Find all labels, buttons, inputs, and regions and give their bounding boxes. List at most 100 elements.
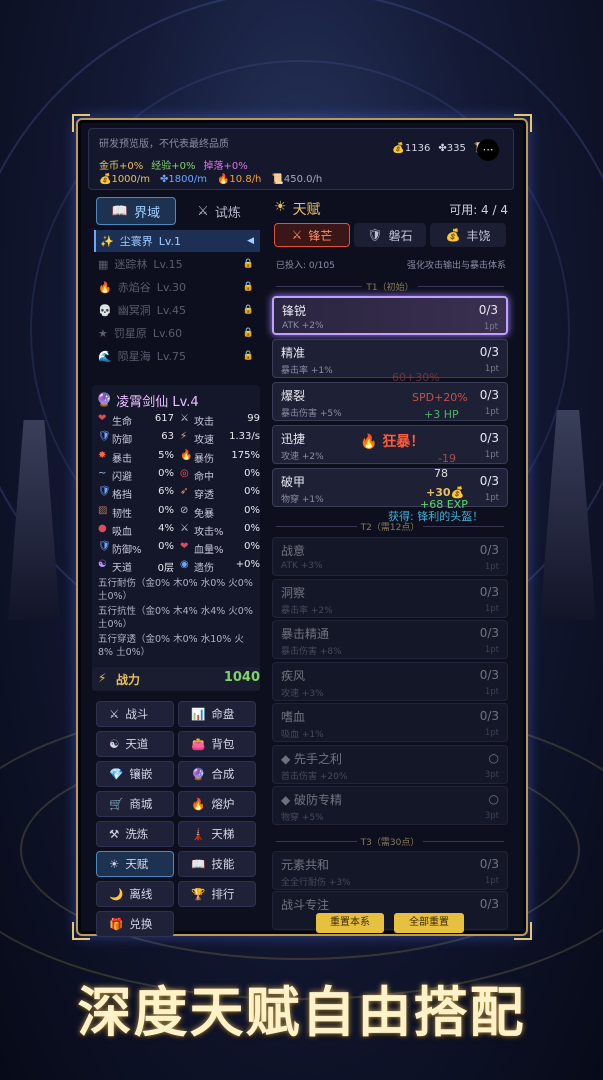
- taiji-icon: ☯: [109, 737, 120, 751]
- talent-card[interactable]: 迅捷 攻速 +2% 0/3 1pt: [272, 425, 508, 464]
- rate-0: 💰1000/m: [99, 174, 151, 185]
- talent-cost: 1pt: [484, 364, 499, 374]
- realm-item[interactable]: ★ 罚星原 Lv.60 🔒: [94, 322, 260, 344]
- book-icon: 📖: [111, 203, 129, 219]
- wind-icon: ~: [98, 467, 107, 479]
- talent-name: 精准: [281, 346, 306, 360]
- nav-chart-button[interactable]: 📊 命盘: [178, 701, 256, 727]
- talent-cost: 1pt: [484, 493, 499, 503]
- stat-row: 🛡 格挡 6% ➶ 穿透 0%: [98, 486, 260, 502]
- nav-swords-button[interactable]: ⚔ 战斗: [96, 701, 174, 727]
- menu-button[interactable]: ⋯: [477, 139, 499, 161]
- realm-item[interactable]: 💀 幽冥洞 Lv.45 🔒: [94, 299, 260, 321]
- talent-name: 锋锐: [282, 304, 307, 318]
- talent-name: 破甲: [281, 475, 306, 489]
- heart-icon: ❤: [98, 413, 107, 424]
- realm-item[interactable]: 🔥 赤焰谷 Lv.30 🔒: [94, 276, 260, 298]
- talent-count: 0/3: [479, 857, 499, 871]
- talent-name: ◆ 破防专精: [281, 793, 343, 807]
- flame-icon: 🔥: [98, 280, 112, 294]
- talent-card[interactable]: 精准 暴击率 +1% 0/3 1pt: [272, 339, 508, 378]
- talent-card[interactable]: 嗜血 吸血 +1% 0/3 1pt: [272, 703, 508, 742]
- tab-fengmang[interactable]: ⚔ 锋芒: [274, 223, 350, 247]
- nav-bag-button[interactable]: 👛 背包: [178, 731, 256, 757]
- stat-row: 🛡 防御% 0% ❤ 血量% 0%: [98, 541, 260, 557]
- talent-card[interactable]: 元素共和 全全行耐伤 +3% 0/3 1pt: [272, 851, 508, 890]
- reset-all-button[interactable]: 全部重置: [394, 913, 464, 933]
- flame-icon: 🔥: [216, 174, 230, 185]
- shield-icon: 🛡: [98, 486, 111, 498]
- talent-cost: 1pt: [484, 728, 499, 738]
- swords-icon: ⚔: [109, 707, 120, 721]
- nav-taiji-button[interactable]: ☯ 天道: [96, 731, 174, 757]
- talent-card[interactable]: 战斗专注 0/3: [272, 891, 508, 930]
- talent-card[interactable]: 爆裂 暴击伤害 +5% 0/3 1pt: [272, 382, 508, 421]
- tab-panshi[interactable]: 🛡 磐石: [354, 223, 426, 247]
- burst-icon: ✸: [98, 449, 107, 461]
- realm-item[interactable]: ✨ 尘寰界 Lv.1 ◀: [94, 230, 260, 252]
- talent-desc: 暴击伤害 +8%: [281, 647, 342, 657]
- moon-icon: 🌙: [109, 887, 124, 901]
- talent-card[interactable]: ◆ 先手之利 首击伤害 +20% ○ 3pt: [272, 744, 508, 784]
- talent-card[interactable]: 暴击精通 暴击伤害 +8% 0/3 1pt: [272, 620, 508, 659]
- nav-furnace-button[interactable]: 🔥 熔炉: [178, 791, 256, 817]
- nav-cart-button[interactable]: 🛒 商城: [96, 791, 174, 817]
- wave-icon: 🌊: [98, 349, 112, 363]
- talent-count: 0/3: [479, 474, 499, 488]
- sparkle-icon: ✨: [100, 234, 114, 248]
- nav-orb-button[interactable]: 🔮 合成: [178, 761, 256, 787]
- lock-icon: 🔒: [242, 328, 254, 338]
- nav-gem-button[interactable]: 💎 镶嵌: [96, 761, 174, 787]
- sun-icon: ☀: [274, 199, 287, 215]
- talent-card[interactable]: 疾风 攻速 +3% 0/3 1pt: [272, 661, 508, 701]
- tab-trial[interactable]: ⚔ 试炼: [180, 197, 258, 225]
- talent-card[interactable]: 锋锐 ATK +2% 0/3 1pt: [272, 296, 508, 335]
- tier1-divider: T1（初始）: [276, 280, 505, 293]
- realm-item[interactable]: 🌊 陨星海 Lv.75 🔒: [94, 345, 260, 367]
- scroll-icon: 📜: [271, 174, 284, 185]
- tab-fengrao[interactable]: 💰 丰饶: [430, 223, 506, 247]
- realm-item[interactable]: ▦ 迷踪林 Lv.15 🔒: [94, 253, 260, 275]
- nav-book-button[interactable]: 📖 技能: [178, 851, 256, 877]
- talent-card[interactable]: 洞察 暴击率 +2% 0/3 1pt: [272, 578, 508, 618]
- bonus-list: 金币+0% 经验+0% 掉落+0%: [99, 157, 248, 172]
- talent-name: 战斗专注: [281, 898, 330, 912]
- nav-sun-button[interactable]: ☀ 天赋: [96, 851, 174, 877]
- lock-icon: 🔒: [242, 282, 254, 292]
- talent-count: 0/3: [479, 897, 499, 911]
- star-icon: ★: [98, 326, 108, 340]
- nav-anvil-button[interactable]: ⚒ 洗炼: [96, 821, 174, 847]
- available-points: 可用: 4 / 4: [449, 203, 508, 217]
- sun-icon: ☀: [109, 857, 120, 871]
- stat-row: ❤ 生命 617 ⚔ 攻击 99: [98, 413, 260, 428]
- nav-trophy-button[interactable]: 🏆 排行: [178, 881, 256, 907]
- version-note: 研发预览版，不代表最终品质: [99, 139, 229, 150]
- lock-icon: 🔒: [242, 305, 254, 315]
- talent-count: 0/3: [479, 543, 499, 557]
- nav-gift-button[interactable]: 🎁 兑换: [96, 911, 174, 937]
- talent-name: ◆ 先手之利: [281, 751, 343, 766]
- talent-cost: 1pt: [484, 645, 499, 655]
- talent-desc: 攻速 +3%: [281, 688, 324, 699]
- talent-cost: 1pt: [484, 876, 499, 886]
- book-icon: 📖: [191, 857, 206, 871]
- money-bag-icon: 💰: [445, 228, 461, 242]
- talent-cost: 1pt: [484, 562, 499, 572]
- talent-desc: 暴击伤害 +5%: [281, 409, 342, 419]
- talent-card[interactable]: ◆ 破防专精 物穿 +5% ○ 3pt: [272, 786, 508, 825]
- resource-1: ✤335: [438, 143, 466, 154]
- rate-3: 📜450.0/h: [271, 174, 323, 185]
- talent-name: 洞察: [281, 585, 306, 600]
- tab-realm[interactable]: 📖 界域: [96, 197, 176, 225]
- money-bag-icon: 💰: [99, 174, 112, 185]
- nav-moon-button[interactable]: 🌙 离线: [96, 881, 174, 907]
- talent-card[interactable]: 战意 ATK +3% 0/3 1pt: [272, 537, 508, 576]
- nav-tower-button[interactable]: 🗼 天梯: [178, 821, 256, 847]
- talent-count: 0/3: [478, 303, 498, 317]
- cart-icon: 🛒: [109, 797, 124, 811]
- bonus-0: 金币+0%: [99, 161, 144, 172]
- talent-card[interactable]: 破甲 物穿 +1% 0/3 1pt: [272, 468, 508, 507]
- reset-tree-button[interactable]: 重置本系: [316, 913, 384, 933]
- target-icon: ◎: [180, 467, 189, 479]
- talent-cost: 1pt: [484, 407, 499, 417]
